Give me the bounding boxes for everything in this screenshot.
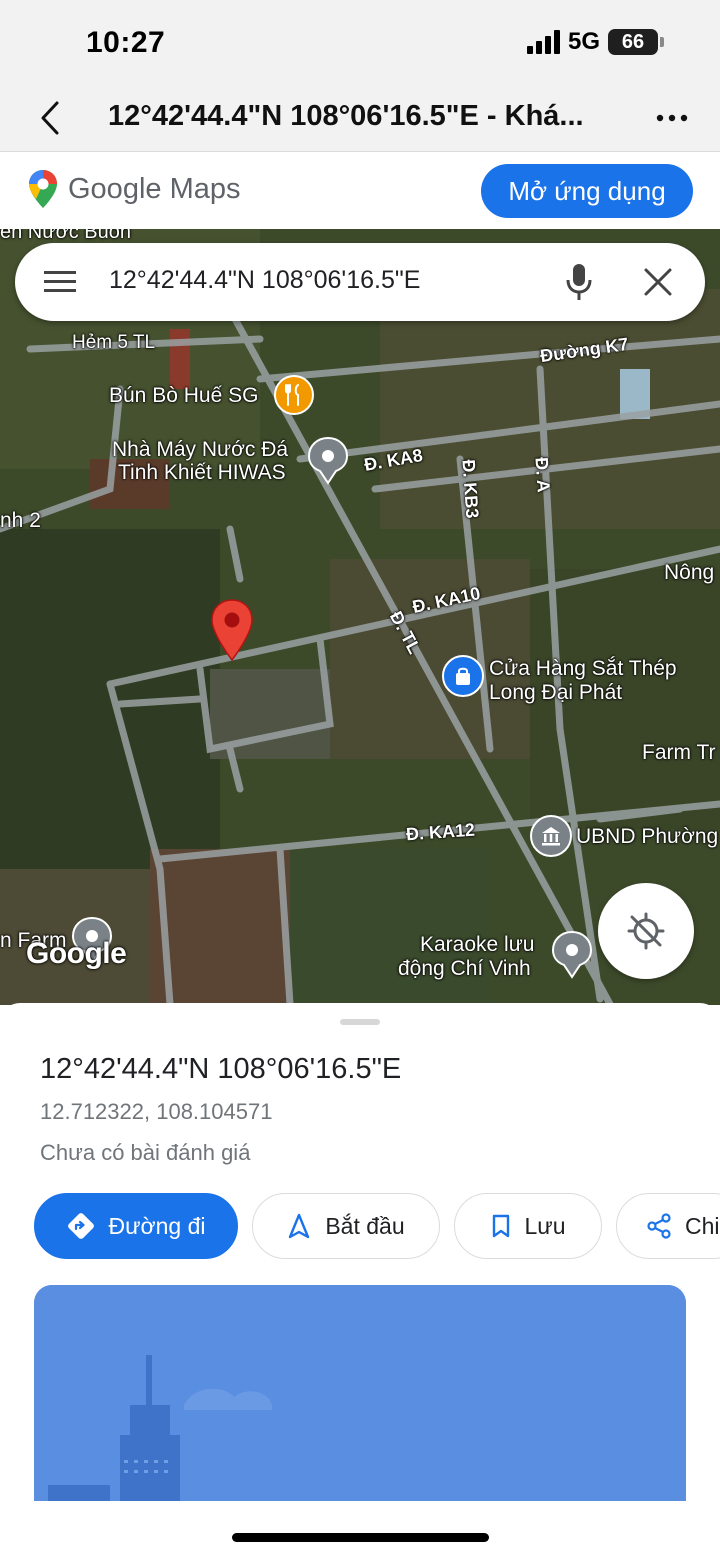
directions-button[interactable]: Đường đi [34,1193,238,1259]
navigation-arrow-icon [289,1213,310,1239]
signal-icon [526,30,560,54]
satellite-map[interactable]: 12°42'44.4"N 108°06'16.5"E ên Nước Buôn … [0,229,720,1005]
search-bar[interactable]: 12°42'44.4"N 108°06'16.5"E [15,243,705,321]
back-button[interactable] [30,96,70,140]
directions-label: Đường đi [108,1212,206,1239]
place-pin-icon [308,437,348,485]
save-button[interactable]: Lưu [454,1193,602,1259]
street-view-preview[interactable] [34,1285,686,1501]
save-label: Lưu [524,1212,566,1239]
place-bottom-sheet: 12°42'44.4"N 108°06'16.5"E 12.712322, 10… [0,1003,720,1557]
place-title: 12°42'44.4"N 108°06'16.5"E [40,1053,402,1085]
drag-handle[interactable] [340,1019,380,1025]
restaurant-poi[interactable] [274,375,314,415]
shop-poi[interactable] [442,655,484,697]
government-poi[interactable] [530,815,572,857]
red-location-pin-icon [211,599,253,662]
bookmark-icon [492,1214,509,1238]
place-decimal-coords: 12.712322, 108.104571 [40,1099,273,1124]
network-type: 5G [567,28,600,55]
map-label-cua-hang-2: Long Đại Phát [489,681,623,704]
more-button[interactable] [652,100,692,136]
share-label: Chi [685,1212,720,1239]
map-label-kb3: Đ. KB3 [458,458,483,519]
map-label-da: Đ. A [531,456,554,494]
shopping-bag-icon [456,667,470,685]
status-time: 10:27 [86,26,166,59]
hiwas-poi[interactable] [308,437,348,485]
status-indicators: 5G 66 [526,28,664,56]
more-horizontal-icon [656,114,688,122]
open-app-button[interactable]: Mở ứng dụng [481,164,693,218]
map-label-nha-may-2: Tinh Khiết HIWAS [118,461,286,484]
action-chips: Đường đi Bắt đầu Lưu Chi [34,1193,720,1261]
map-label-nh2: nh 2 [0,509,41,532]
place-pin-icon [552,931,592,979]
maps-pin-logo-icon [29,170,57,208]
close-icon[interactable] [643,267,673,297]
dropped-pin[interactable] [209,598,255,662]
maps-app-banner: Google Maps Mở ứng dụng [0,153,720,229]
microphone-icon[interactable] [563,261,595,303]
location-disabled-icon [627,912,665,950]
status-bar: 10:27 5G 66 [0,0,720,86]
browser-header: 12°42'44.4"N 108°06'16.5"E - Khá... [0,86,720,152]
map-label-karaoke-2: động Chí Vinh [398,957,531,980]
karaoke-poi[interactable] [552,931,592,979]
home-indicator[interactable] [232,1533,489,1542]
directions-icon [67,1213,94,1239]
map-label-bun-bo: Bún Bò Huế SG [109,384,259,407]
map-label-cua-hang-1: Cửa Hàng Sắt Thép [489,657,677,680]
place-reviews: Chưa có bài đánh giá [40,1140,251,1165]
start-label: Bắt đầu [325,1212,405,1239]
map-label-nha-may-1: Nhà Máy Nước Đá [112,438,289,461]
fork-knife-icon [285,384,299,406]
city-illustration [34,1285,686,1501]
chevron-left-icon [41,101,59,135]
map-label-farm-tr: Farm Tr [642,741,716,764]
map-label-hem5: Hẻm 5 TL [72,332,156,353]
battery-level: 66 [621,30,645,53]
start-button[interactable]: Bắt đầu [252,1193,440,1259]
map-label-top-partial: ên Nước Buôn [0,229,132,243]
menu-icon[interactable] [43,267,77,297]
page-title: 12°42'44.4"N 108°06'16.5"E - Khá... [108,100,584,132]
google-watermark: Google [26,937,127,970]
government-building-icon [542,827,560,846]
maps-logo-text: Google Maps [68,172,241,205]
battery-icon: 66 [608,29,664,55]
map-label-karaoke-1: Karaoke lưu [420,933,535,956]
map-label-ubnd: UBND Phường [576,825,719,848]
my-location-button[interactable] [598,883,694,979]
share-button[interactable]: Chi [616,1193,720,1259]
map-label-nong: Nông [664,561,715,584]
google-maps-logo: Google Maps [28,169,241,209]
search-input[interactable]: 12°42'44.4"N 108°06'16.5"E [109,266,420,295]
share-icon [647,1213,671,1239]
